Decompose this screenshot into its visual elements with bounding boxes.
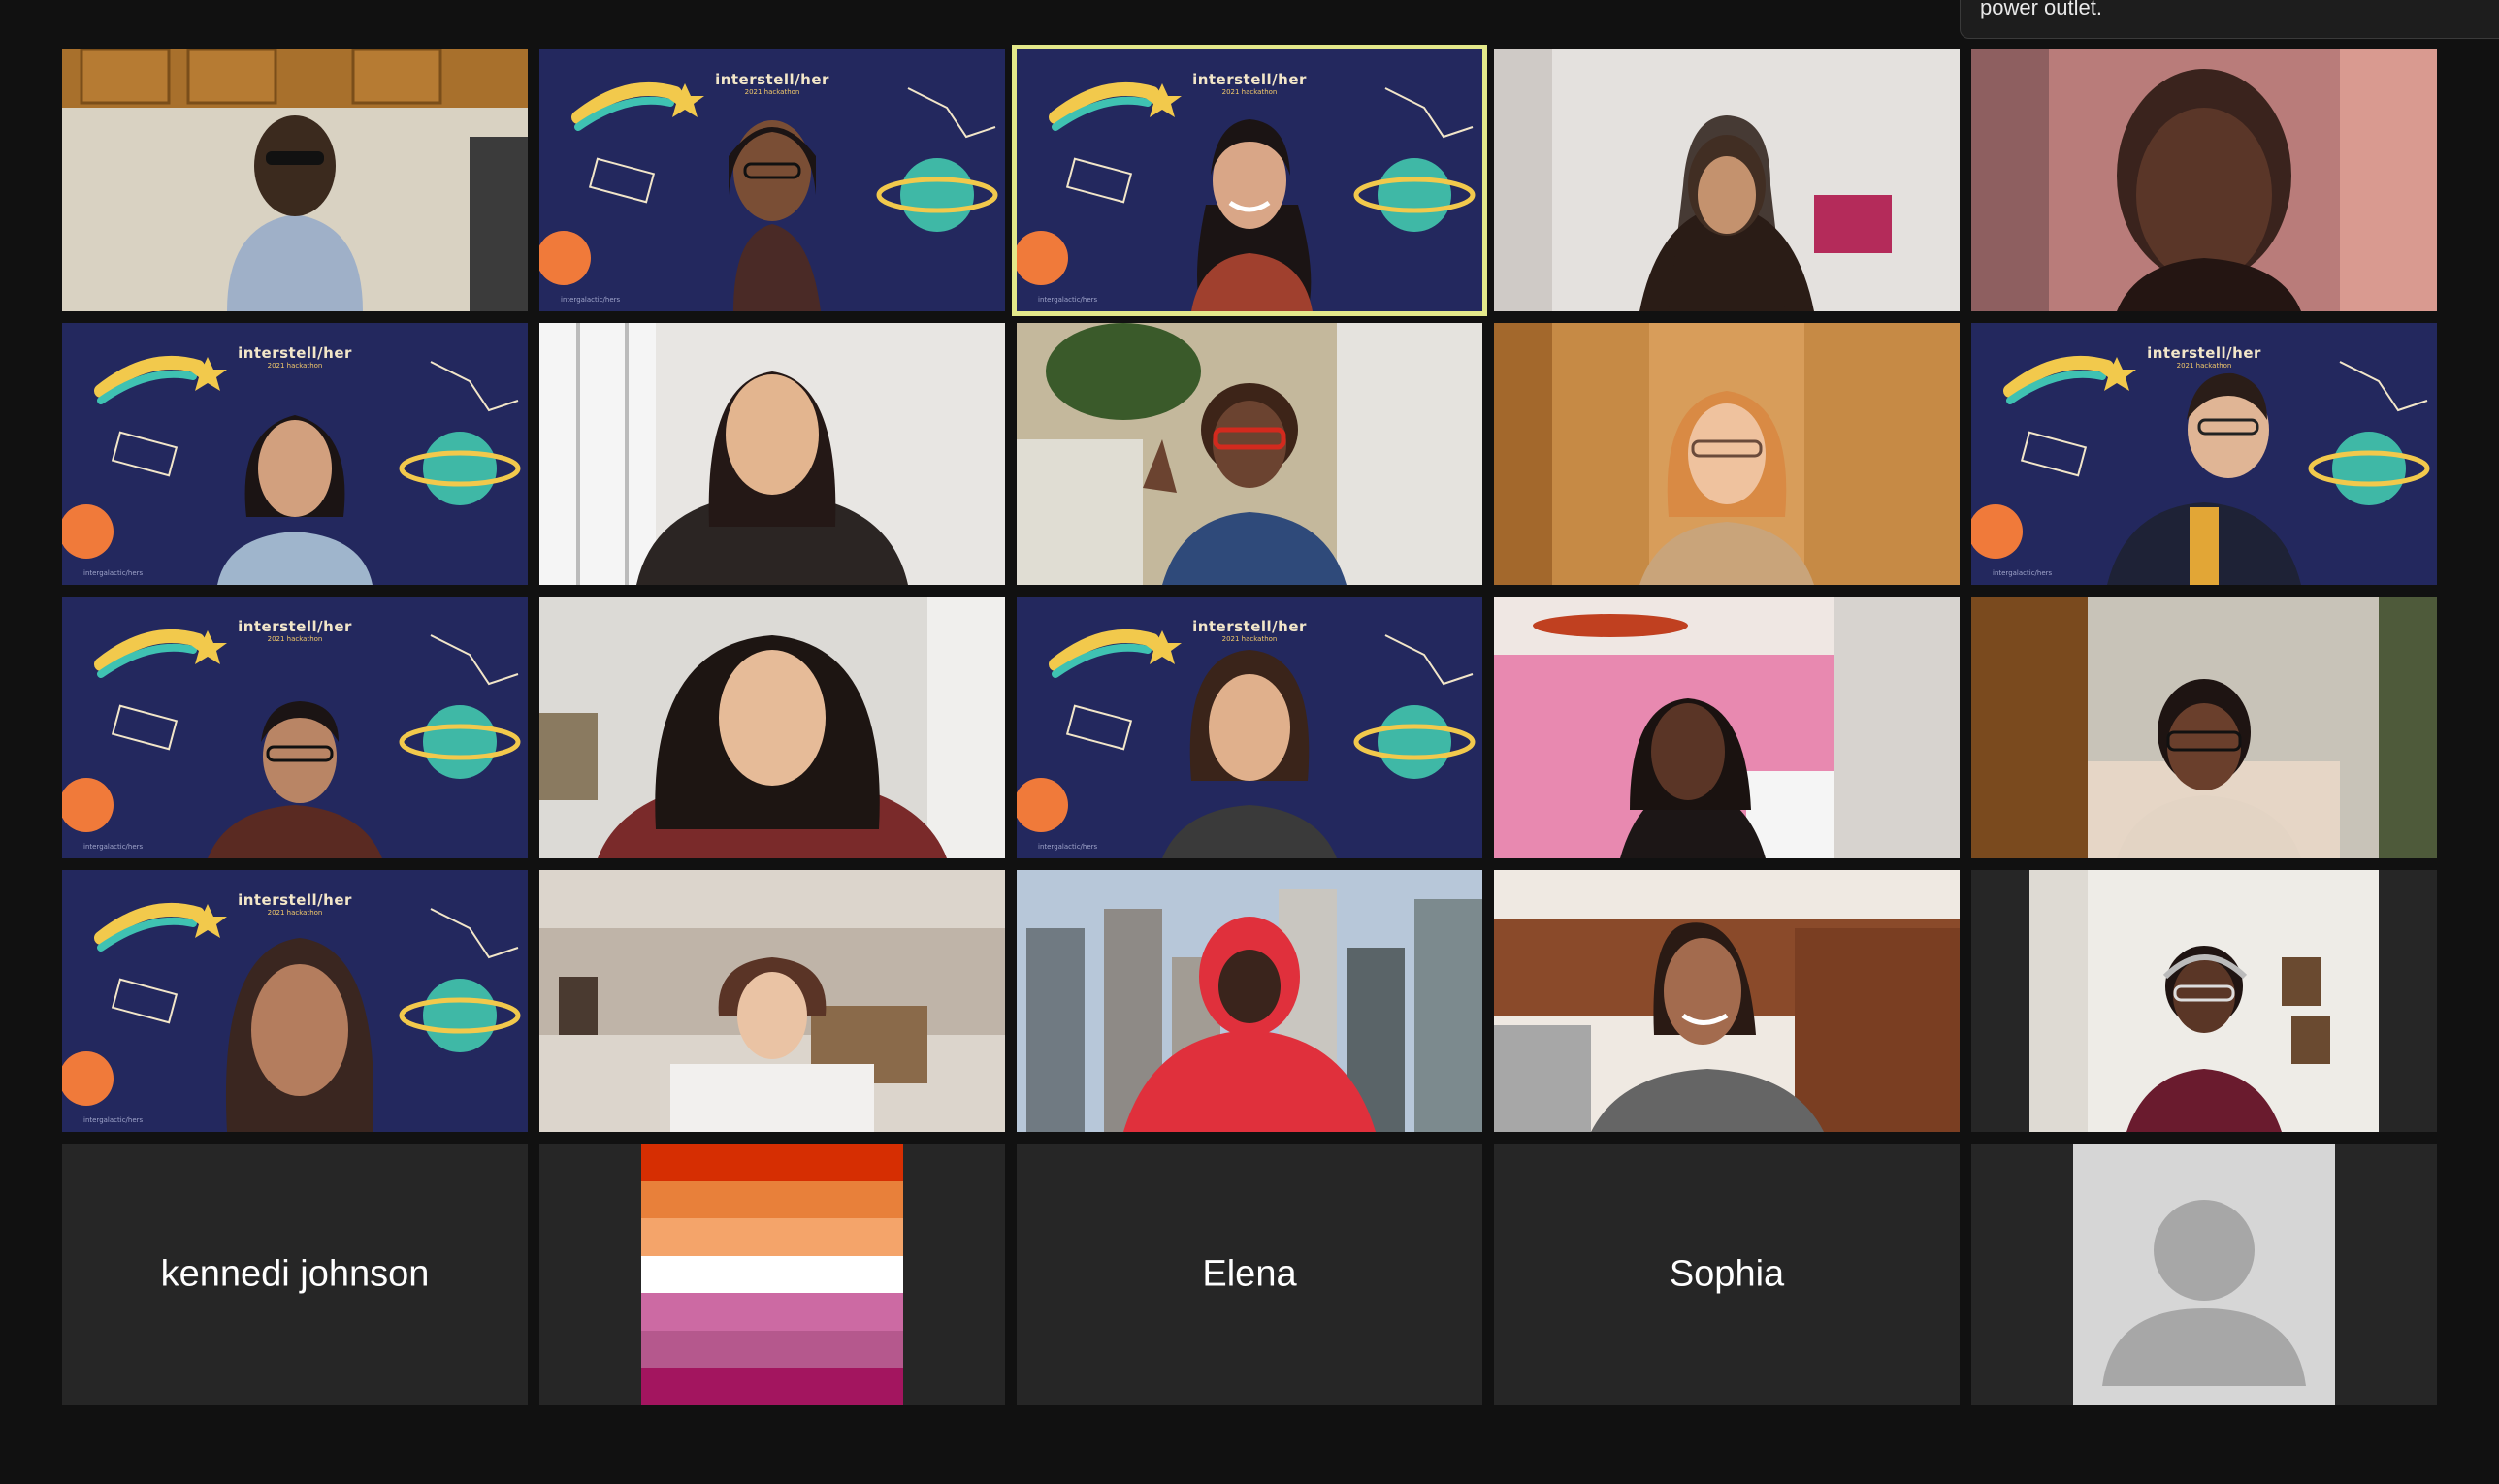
participant-tile[interactable] (539, 597, 1005, 858)
video-feed (1494, 870, 1960, 1132)
participant-name: kennedi johnson (160, 1253, 430, 1295)
flag-stripe (641, 1180, 903, 1219)
virtual-background-subtitle: 2021 hackathon (1221, 635, 1278, 643)
participant-tile[interactable] (1017, 323, 1482, 585)
participant-tile[interactable]: interstell/her 2021 hackathon intergalac… (62, 323, 528, 585)
video-feed (539, 323, 1005, 585)
participant-tile[interactable]: interstell/her 2021 hackathon intergalac… (539, 49, 1005, 311)
participant-tile[interactable] (539, 870, 1005, 1132)
participant-tile[interactable] (1494, 597, 1960, 858)
participant-name: Sophia (1669, 1253, 1785, 1295)
participant-tile[interactable] (1971, 597, 2437, 858)
video-feed (1017, 323, 1482, 585)
virtual-background-title: interstell/her (1192, 71, 1307, 88)
video-feed (1017, 870, 1482, 1132)
virtual-background-title: interstell/her (238, 891, 352, 909)
virtual-background-footer: intergalactic/hers (83, 569, 144, 577)
virtual-background-footer: intergalactic/hers (1993, 569, 2053, 577)
video-gallery: interstell/her 2021 hackathon intergalac… (62, 49, 2437, 1405)
participant-tile[interactable]: interstell/her 2021 hackathon intergalac… (62, 870, 528, 1132)
flag-stripe (641, 1330, 903, 1369)
participant-tile[interactable]: interstell/her 2021 hackathon intergalac… (1971, 323, 2437, 585)
flag-stripe (641, 1144, 903, 1181)
video-feed (1971, 49, 2437, 311)
active-speaker-tile[interactable]: interstell/her 2021 hackathon intergalac… (1017, 49, 1482, 311)
participant-tile[interactable]: interstell/her 2021 hackathon intergalac… (1017, 597, 1482, 858)
participant-tile[interactable] (1494, 870, 1960, 1132)
video-feed (1494, 323, 1960, 585)
virtual-background-footer: intergalactic/hers (83, 843, 144, 851)
participant-tile[interactable] (1971, 870, 2437, 1132)
participant-name: Elena (1202, 1253, 1297, 1295)
participant-tile-video-off[interactable]: Elena (1017, 1144, 1482, 1405)
flag-stripe (641, 1368, 903, 1405)
flag-stripe (641, 1255, 903, 1294)
tooltip-text: power outlet. (1980, 0, 2102, 19)
video-feed (539, 597, 1005, 858)
participant-tile-video-off[interactable]: Sophia (1494, 1144, 1960, 1405)
video-feed (539, 870, 1005, 1132)
participant-tile-default-avatar[interactable] (1971, 1144, 2437, 1405)
participant-tile[interactable] (1494, 323, 1960, 585)
participant-tile-video-off[interactable]: kennedi johnson (62, 1144, 528, 1405)
virtual-background-subtitle: 2021 hackathon (1221, 88, 1278, 96)
virtual-background-subtitle: 2021 hackathon (267, 909, 323, 917)
video-feed (1494, 597, 1960, 858)
video-feed (1971, 597, 2437, 858)
participant-tile[interactable] (1494, 49, 1960, 311)
virtual-background-title: interstell/her (2147, 344, 2261, 362)
video-feed (1494, 49, 1960, 311)
virtual-background-footer: intergalactic/hers (1038, 296, 1098, 304)
tooltip: power outlet. (1960, 0, 2499, 39)
lesbian-pride-flag-image (641, 1144, 903, 1405)
virtual-background-footer: intergalactic/hers (561, 296, 621, 304)
participant-tile[interactable] (1017, 870, 1482, 1132)
video-feed (1971, 870, 2437, 1132)
virtual-background-subtitle: 2021 hackathon (744, 88, 800, 96)
virtual-background-title: interstell/her (238, 344, 352, 362)
participant-tile[interactable]: interstell/her 2021 hackathon intergalac… (62, 597, 528, 858)
participant-tile[interactable] (1971, 49, 2437, 311)
virtual-background-subtitle: 2021 hackathon (2176, 362, 2232, 370)
user-silhouette-icon (2102, 1200, 2306, 1386)
flag-stripe (641, 1293, 903, 1331)
virtual-background-subtitle: 2021 hackathon (267, 362, 323, 370)
virtual-background-title: interstell/her (238, 618, 352, 635)
participant-tile[interactable] (62, 49, 528, 311)
video-feed (62, 49, 528, 311)
participant-tile-profile-picture[interactable] (539, 1144, 1005, 1405)
default-avatar (2073, 1144, 2335, 1405)
virtual-background-title: interstell/her (715, 71, 829, 88)
virtual-background-title: interstell/her (1192, 618, 1307, 635)
virtual-background-footer: intergalactic/hers (1038, 843, 1098, 851)
flag-stripe (641, 1218, 903, 1256)
virtual-background-subtitle: 2021 hackathon (267, 635, 323, 643)
participant-tile[interactable] (539, 323, 1005, 585)
virtual-background-footer: intergalactic/hers (83, 1116, 144, 1124)
